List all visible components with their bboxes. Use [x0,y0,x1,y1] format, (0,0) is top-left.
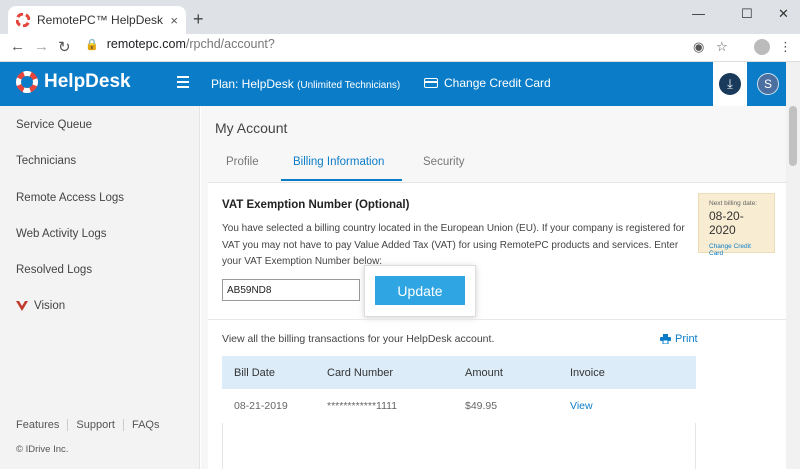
lock-icon: 🔒 [85,38,99,51]
vat-number-input[interactable] [222,279,360,301]
sidebar-footer-links: Features Support FAQs [16,419,167,431]
update-button[interactable]: Update [375,276,465,305]
sidebar-item-technicians[interactable]: Technicians [16,155,76,167]
remotepc-favicon-icon [16,13,30,27]
helpdesk-logo[interactable]: HelpDesk [16,71,131,93]
tab-title: RemotePC™ HelpDesk - my acco [37,13,164,27]
sidebar-item-vision[interactable]: Vision [16,300,65,312]
tab-billing-information[interactable]: Billing Information [293,156,384,168]
change-credit-card-label: Change Credit Card [444,76,551,90]
browser-toolbar: ← → ↻ 🔒 remotepc.com/rpchd/account? ◉ ☆ … [0,34,800,62]
print-link[interactable]: Print [660,333,698,345]
next-billing-date: 08-20-2020 [709,209,744,237]
column-header-bill-date: Bill Date [222,356,327,389]
active-tab-indicator [281,179,402,181]
page-scrollbar[interactable] [786,62,800,469]
back-icon[interactable]: ← [10,38,25,55]
support-link[interactable]: Support [67,419,123,431]
url-domain: remotepc.com [106,37,186,51]
main-content: My Account Profile Billing Information S… [201,106,800,469]
brand-name: HelpDesk [44,71,131,92]
faqs-link[interactable]: FAQs [122,419,168,431]
cell-card-number: ************1111 [327,400,398,412]
app-header: HelpDesk Plan: HelpDesk (Unlimited Techn… [0,62,800,106]
sidebar-item-label: Vision [34,300,66,312]
forward-icon[interactable]: → [34,38,49,55]
table-row: 08-21-2019 ************1111 $49.95 View [222,389,696,423]
sidebar-item-resolved-logs[interactable]: Resolved Logs [16,264,92,276]
cell-invoice: View [570,389,696,423]
features-link[interactable]: Features [16,419,67,431]
next-billing-box: Next billing date: 08-20-2020 Change Cre… [698,193,775,257]
blocked-content-icon[interactable]: ◉ [693,39,704,55]
column-header-card-number: Card Number [327,356,465,389]
view-invoice-link[interactable]: View [570,400,593,412]
printer-icon [660,334,671,344]
transactions-table: Bill Date Card Number Amount Invoice 08-… [222,356,696,423]
vision-icon [16,301,28,311]
update-popover: Update [364,265,476,317]
minimize-icon[interactable]: — [692,6,705,21]
browser-tab-bar: RemotePC™ HelpDesk - my acco × + — ☐ ✕ [0,0,800,34]
next-billing-label: Next billing date: [709,200,758,207]
cell-bill-date: 08-21-2019 [234,400,288,412]
maximize-icon[interactable]: ☐ [741,6,753,22]
scrollbar-thumb[interactable] [789,106,797,166]
address-bar[interactable]: 🔒 remotepc.com/rpchd/account? [85,37,275,51]
credit-card-icon [424,78,438,88]
bookmark-star-icon[interactable]: ☆ [716,39,728,55]
table-header-row: Bill Date Card Number Amount Invoice [222,356,696,389]
billing-note: View all the billing transactions for yo… [222,333,495,345]
billing-card: VAT Exemption Number (Optional) You have… [208,182,787,469]
new-tab-button[interactable]: + [193,10,204,28]
copyright: © IDrive Inc. [16,444,69,455]
column-header-amount: Amount [465,356,570,389]
section-divider [208,319,787,320]
print-label: Print [675,333,698,345]
sidebar-item-web-activity-logs[interactable]: Web Activity Logs [16,228,107,240]
vat-description: You have selected a billing country loca… [222,223,685,267]
plan-label: Plan: HelpDesk [211,77,294,91]
column-header-invoice: Invoice [570,356,696,389]
tab-close-icon[interactable]: × [170,13,178,28]
cell-amount: $49.95 [465,400,498,412]
table-empty-area [222,423,696,469]
sidebar-item-remote-access-logs[interactable]: Remote Access Logs [16,192,124,204]
vat-title: VAT Exemption Number (Optional) [222,199,410,211]
page-title: My Account [215,120,288,136]
reload-icon[interactable]: ↻ [58,38,71,56]
close-window-icon[interactable]: ✕ [778,6,789,22]
next-billing-change-card-link[interactable]: Change Credit Card [709,243,764,257]
browser-menu-icon[interactable]: ⋮ [779,39,792,55]
account-tabs: Profile Billing Information Security [201,150,787,182]
lifebuoy-icon [16,71,38,93]
hamburger-menu-icon[interactable] [177,76,189,88]
user-avatar[interactable]: S [757,73,779,95]
download-button[interactable]: ⤓ [713,62,747,106]
sidebar-item-service-queue[interactable]: Service Queue [16,119,92,131]
plan-detail: (Unlimited Technicians) [297,80,401,91]
download-icon: ⤓ [719,73,741,95]
tab-profile[interactable]: Profile [226,156,259,168]
tab-security[interactable]: Security [423,156,465,168]
plan-info: Plan: HelpDesk (Unlimited Technicians) [211,77,400,91]
browser-profile-avatar[interactable] [754,39,770,55]
sidebar: Service Queue Technicians Remote Access … [0,106,200,469]
url-path: /rpchd/account? [185,37,275,51]
browser-tab[interactable]: RemotePC™ HelpDesk - my acco × [8,6,186,34]
change-credit-card-link[interactable]: Change Credit Card [424,76,551,90]
